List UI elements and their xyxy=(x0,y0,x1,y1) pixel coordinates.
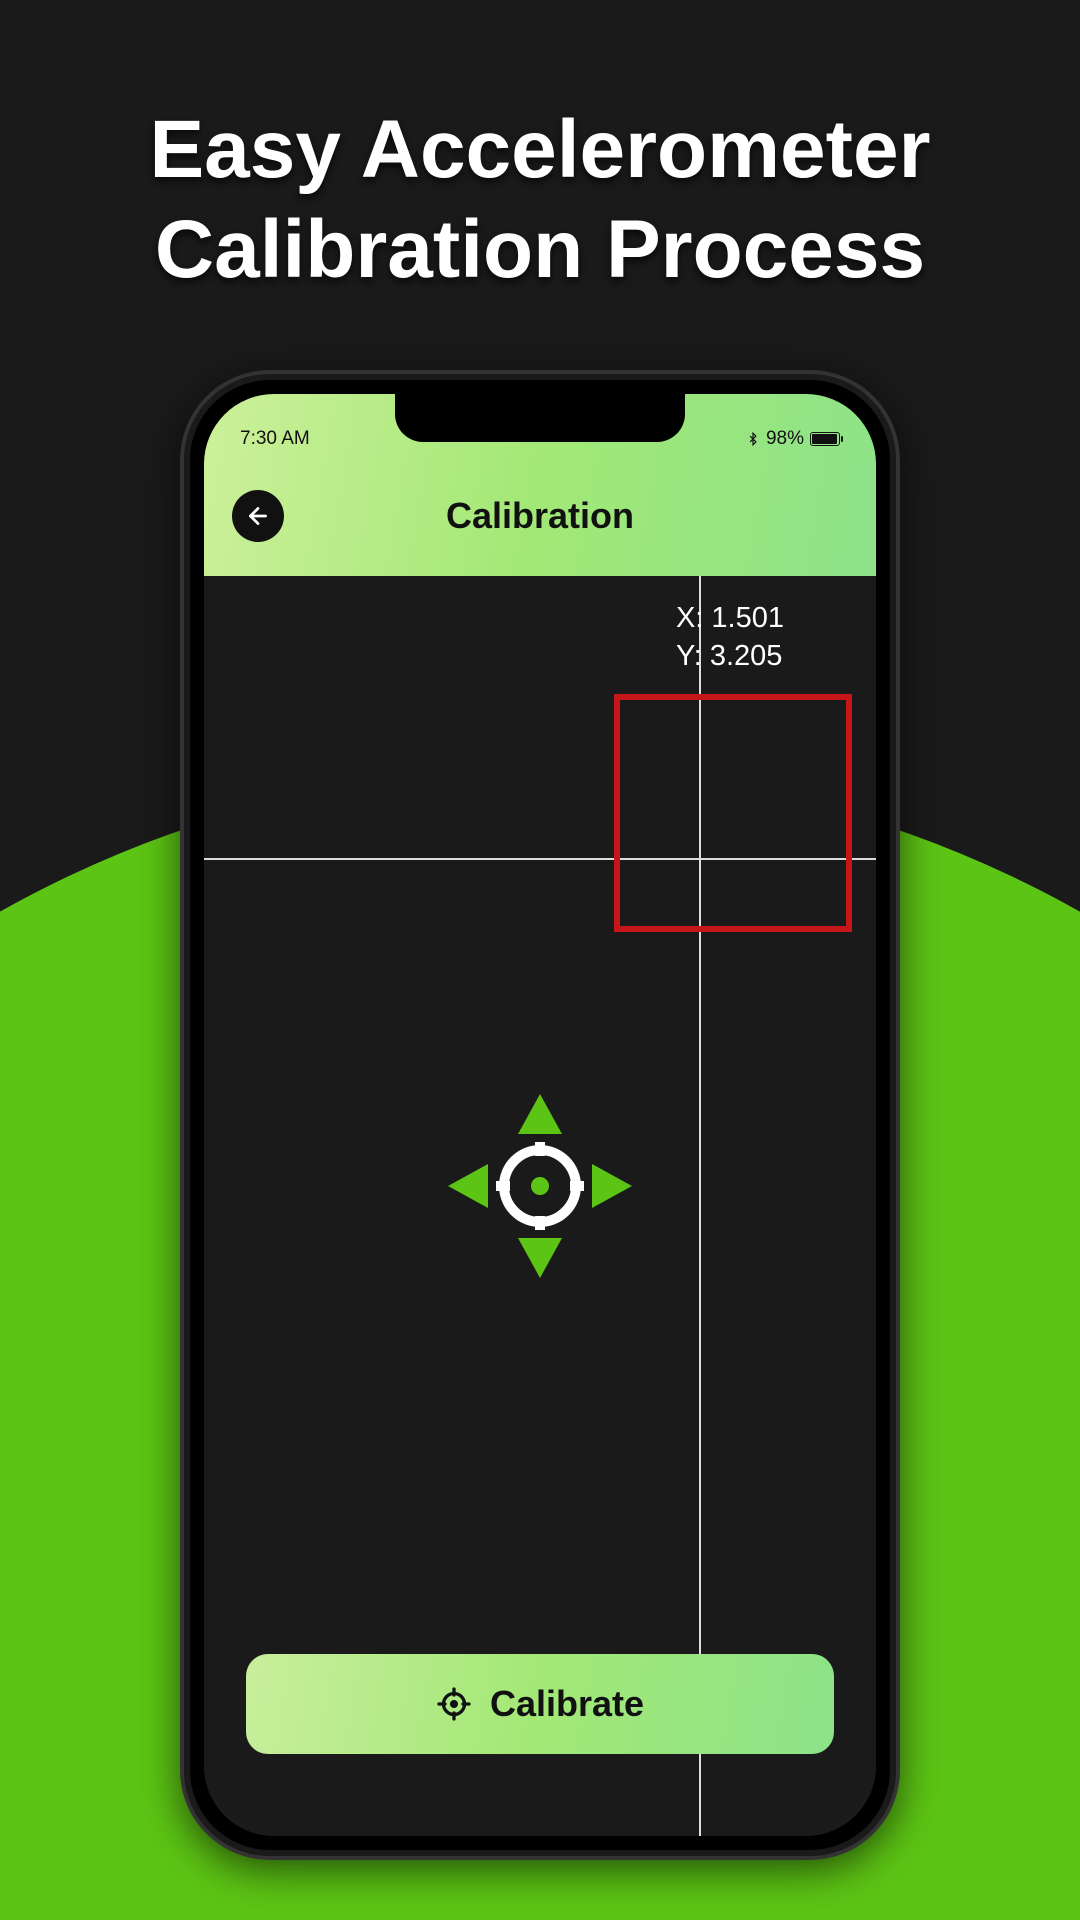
x-readout: X: 1.501 xyxy=(676,600,784,638)
arrow-left-icon xyxy=(245,503,271,529)
calibrate-button-label: Calibrate xyxy=(490,1683,644,1725)
headline-line-1: Easy Accelerometer xyxy=(0,100,1080,200)
battery-percent: 98% xyxy=(766,428,804,450)
page-title: Calibration xyxy=(204,495,876,537)
marketing-headline: Easy Accelerometer Calibration Process xyxy=(0,100,1080,300)
calibration-indicator xyxy=(440,1086,640,1286)
status-right: 98% xyxy=(746,428,840,450)
app-header: Calibration xyxy=(204,456,876,576)
headline-line-2: Calibration Process xyxy=(0,200,1080,300)
battery-icon xyxy=(810,432,840,446)
calibrate-button[interactable]: Calibrate xyxy=(246,1654,834,1754)
calibration-area[interactable]: X: 1.501 Y: 3.205 xyxy=(204,576,876,1836)
back-button[interactable] xyxy=(232,490,284,542)
phone-notch xyxy=(395,394,685,442)
phone-screen: 7:30 AM 98% Calibration X: 1.501 Y: 3.20… xyxy=(204,394,876,1836)
phone-frame: 7:30 AM 98% Calibration X: 1.501 Y: 3.20… xyxy=(180,370,900,1860)
coordinate-readout: X: 1.501 Y: 3.205 xyxy=(676,600,784,675)
status-time: 7:30 AM xyxy=(240,428,310,450)
crosshair-icon xyxy=(436,1686,472,1722)
target-box xyxy=(614,694,852,932)
y-readout: Y: 3.205 xyxy=(676,638,784,676)
bluetooth-icon xyxy=(746,432,760,446)
crosshair-arrows-icon xyxy=(440,1086,640,1286)
